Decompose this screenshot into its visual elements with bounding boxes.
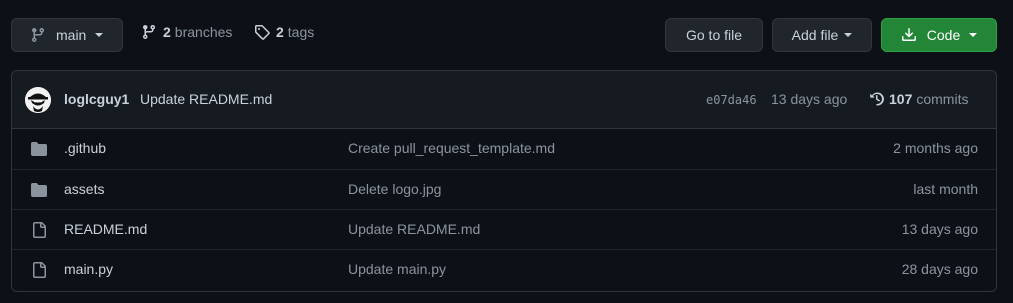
code-label: Code (926, 27, 961, 43)
file-row[interactable]: README.md Update README.md 13 days ago (12, 209, 996, 249)
commits-count: 107 (889, 91, 913, 107)
commits-label: commits (916, 91, 969, 107)
commit-time: 13 days ago (771, 91, 848, 107)
chevron-down-icon (844, 33, 853, 37)
tags-link[interactable]: 2 tags (254, 24, 314, 40)
file-commit-message-link[interactable]: Update main.py (348, 261, 446, 277)
file-icon (33, 222, 46, 238)
git-branch-icon (32, 27, 44, 43)
git-branch-icon (143, 24, 155, 40)
add-file-label: Add file (791, 27, 839, 43)
commits-link[interactable]: 107 commits (869, 91, 968, 107)
file-browser: loglcguy1 Update README.md e07da46 13 da… (11, 70, 997, 292)
file-age: 13 days ago (901, 221, 978, 237)
file-name-link[interactable]: main.py (64, 261, 113, 277)
add-file-button[interactable]: Add file (772, 18, 872, 52)
tag-icon (255, 25, 270, 40)
file-name-link[interactable]: .github (64, 140, 106, 156)
commit-author-link[interactable]: loglcguy1 (64, 91, 129, 107)
tags-count: 2 (276, 24, 284, 40)
file-row[interactable]: .github Create pull_request_template.md … (12, 129, 996, 169)
code-button[interactable]: Code (881, 18, 997, 52)
file-commit-message-link[interactable]: Update README.md (348, 221, 480, 237)
file-name-link[interactable]: assets (64, 181, 104, 197)
file-commit-message-link[interactable]: Delete logo.jpg (348, 181, 441, 197)
latest-commit-bar: loglcguy1 Update README.md e07da46 13 da… (12, 71, 996, 129)
branch-name: main (56, 27, 87, 43)
commit-message-link[interactable]: Update README.md (140, 91, 272, 107)
folder-icon (31, 142, 47, 156)
branches-count: 2 (163, 24, 171, 40)
file-list: .github Create pull_request_template.md … (12, 129, 996, 289)
tags-label: tags (287, 24, 315, 40)
avatar-icon (25, 87, 51, 113)
download-icon (901, 28, 916, 41)
file-commit-message-link[interactable]: Create pull_request_template.md (348, 140, 555, 156)
branches-link[interactable]: 2 branches (141, 24, 232, 40)
file-name-link[interactable]: README.md (64, 221, 147, 237)
commit-sha-link[interactable]: e07da46 (706, 93, 757, 107)
history-icon (870, 92, 884, 106)
file-row[interactable]: assets Delete logo.jpg last month (12, 169, 996, 209)
repo-toolbar: main 2 branches 2 tags Go to file Add fi… (0, 0, 1013, 70)
go-to-file-button[interactable]: Go to file (665, 18, 763, 52)
avatar[interactable] (25, 87, 51, 113)
chevron-down-icon (95, 33, 104, 37)
file-age: 28 days ago (901, 261, 978, 277)
file-age: last month (913, 181, 978, 197)
folder-icon (31, 183, 47, 197)
file-row[interactable]: main.py Update main.py 28 days ago (12, 249, 996, 289)
branch-select-button[interactable]: main (11, 18, 123, 52)
branches-label: branches (174, 24, 233, 40)
file-age: 2 months ago (893, 140, 978, 156)
file-icon (33, 262, 46, 278)
chevron-down-icon (969, 33, 978, 37)
